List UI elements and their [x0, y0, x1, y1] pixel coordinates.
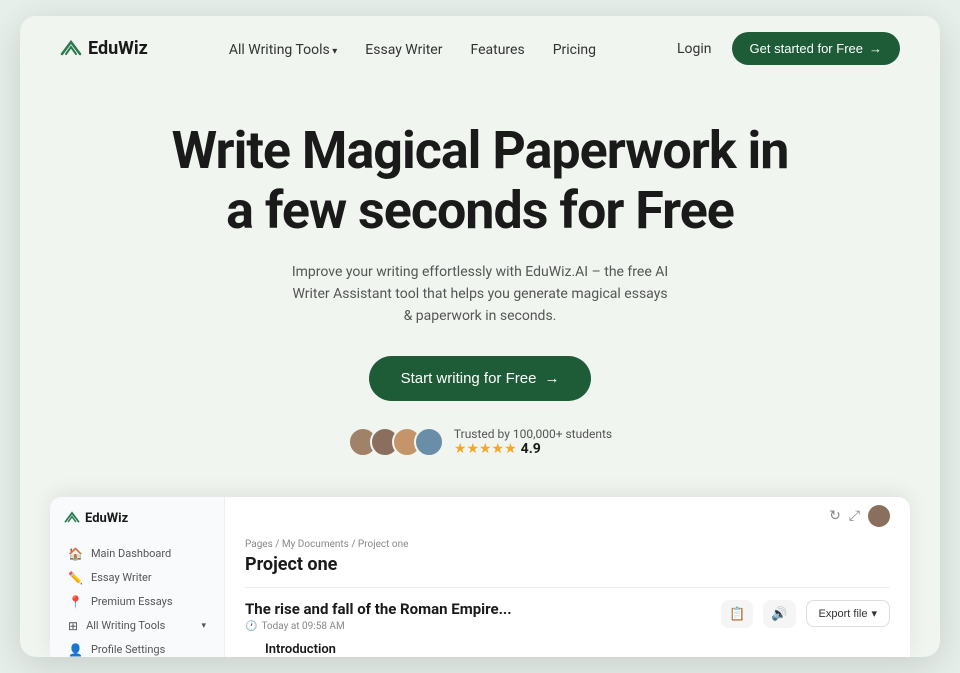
project-title: Project one — [245, 554, 890, 575]
nav-links: All Writing Tools Essay Writer Features … — [229, 39, 596, 58]
doc-timestamp: 🕐 Today at 09:58 AM — [245, 621, 512, 632]
clock-icon: 🕐 — [245, 621, 257, 632]
avatar — [414, 427, 444, 457]
rating-value: 4.9 — [521, 441, 541, 457]
nav-item-features[interactable]: Features — [470, 39, 524, 58]
doc-title-area: The rise and fall of the Roman Empire...… — [245, 600, 512, 632]
user-avatar[interactable] — [868, 505, 890, 527]
hero-subtext: Improve your writing effortlessly with E… — [290, 261, 670, 328]
sidebar-nav: 🏠 Main Dashboard ✏️ Essay Writer 📍 Premi… — [64, 542, 210, 657]
login-link[interactable]: Login — [677, 41, 712, 57]
app-main-content: Pages / My Documents / Project one Proje… — [225, 527, 910, 657]
app-preview: EduWiz 🏠 Main Dashboard ✏️ Essay Writer … — [50, 497, 910, 657]
avatar-group — [348, 427, 444, 457]
pin-icon: 📍 — [68, 595, 83, 609]
copy-button[interactable]: 📋 — [721, 600, 753, 628]
app-top-bar: ↻ ⤢ — [225, 497, 910, 527]
breadcrumb: Pages / My Documents / Project one — [245, 539, 890, 550]
user-icon: 👤 — [68, 643, 83, 657]
sidebar-item-premium-essays[interactable]: 📍 Premium Essays — [64, 590, 210, 614]
edit-icon: ✏️ — [68, 571, 83, 585]
sidebar-item-all-writing-tools[interactable]: ⊞ All Writing Tools ▾ — [64, 614, 210, 638]
refresh-icon[interactable]: ↻ — [829, 508, 841, 524]
logo[interactable]: EduWiz — [60, 38, 148, 59]
chevron-down-icon: ▾ — [201, 621, 206, 631]
navbar: EduWiz All Writing Tools Essay Writer Fe… — [20, 16, 940, 81]
export-button[interactable]: Export file ▾ — [806, 600, 890, 627]
sidebar-item-dashboard[interactable]: 🏠 Main Dashboard — [64, 542, 210, 566]
home-icon: 🏠 — [68, 547, 83, 561]
app-logo: EduWiz — [64, 511, 210, 526]
hero-heading: Write Magical Paperwork in a few seconds… — [60, 121, 900, 241]
hero-cta-button[interactable]: Start writing for Free → — [369, 356, 592, 401]
grid-icon: ⊞ — [68, 619, 78, 633]
expand-icon[interactable]: ⤢ — [849, 508, 860, 524]
nav-cta-button[interactable]: Get started for Free → — [732, 32, 900, 65]
app-main-wrapper: ↻ ⤢ Pages / My Documents / Project one P… — [225, 497, 910, 657]
doc-actions: 📋 🔊 Export file ▾ — [721, 600, 890, 628]
nav-right: Login Get started for Free → — [677, 32, 900, 65]
nav-item-pricing[interactable]: Pricing — [553, 39, 596, 58]
trust-info: Trusted by 100,000+ students ★★★★★ 4.9 — [454, 427, 612, 457]
trust-row: Trusted by 100,000+ students ★★★★★ 4.9 — [60, 427, 900, 457]
star-rating: ★★★★★ — [454, 441, 517, 457]
sidebar-item-essay-writer[interactable]: ✏️ Essay Writer — [64, 566, 210, 590]
app-logo-icon — [64, 511, 80, 525]
app-sidebar: EduWiz 🏠 Main Dashboard ✏️ Essay Writer … — [50, 497, 225, 657]
section-label: Introduction — [245, 642, 890, 657]
sidebar-item-profile[interactable]: 👤 Profile Settings — [64, 638, 210, 657]
doc-title: The rise and fall of the Roman Empire... — [245, 600, 512, 618]
nav-item-writing-tools[interactable]: All Writing Tools — [229, 39, 337, 58]
hero-section: Write Magical Paperwork in a few seconds… — [20, 81, 940, 487]
nav-item-essay-writer[interactable]: Essay Writer — [365, 39, 442, 58]
doc-header: The rise and fall of the Roman Empire...… — [245, 587, 890, 632]
logo-icon — [60, 40, 82, 58]
audio-button[interactable]: 🔊 — [763, 600, 795, 628]
